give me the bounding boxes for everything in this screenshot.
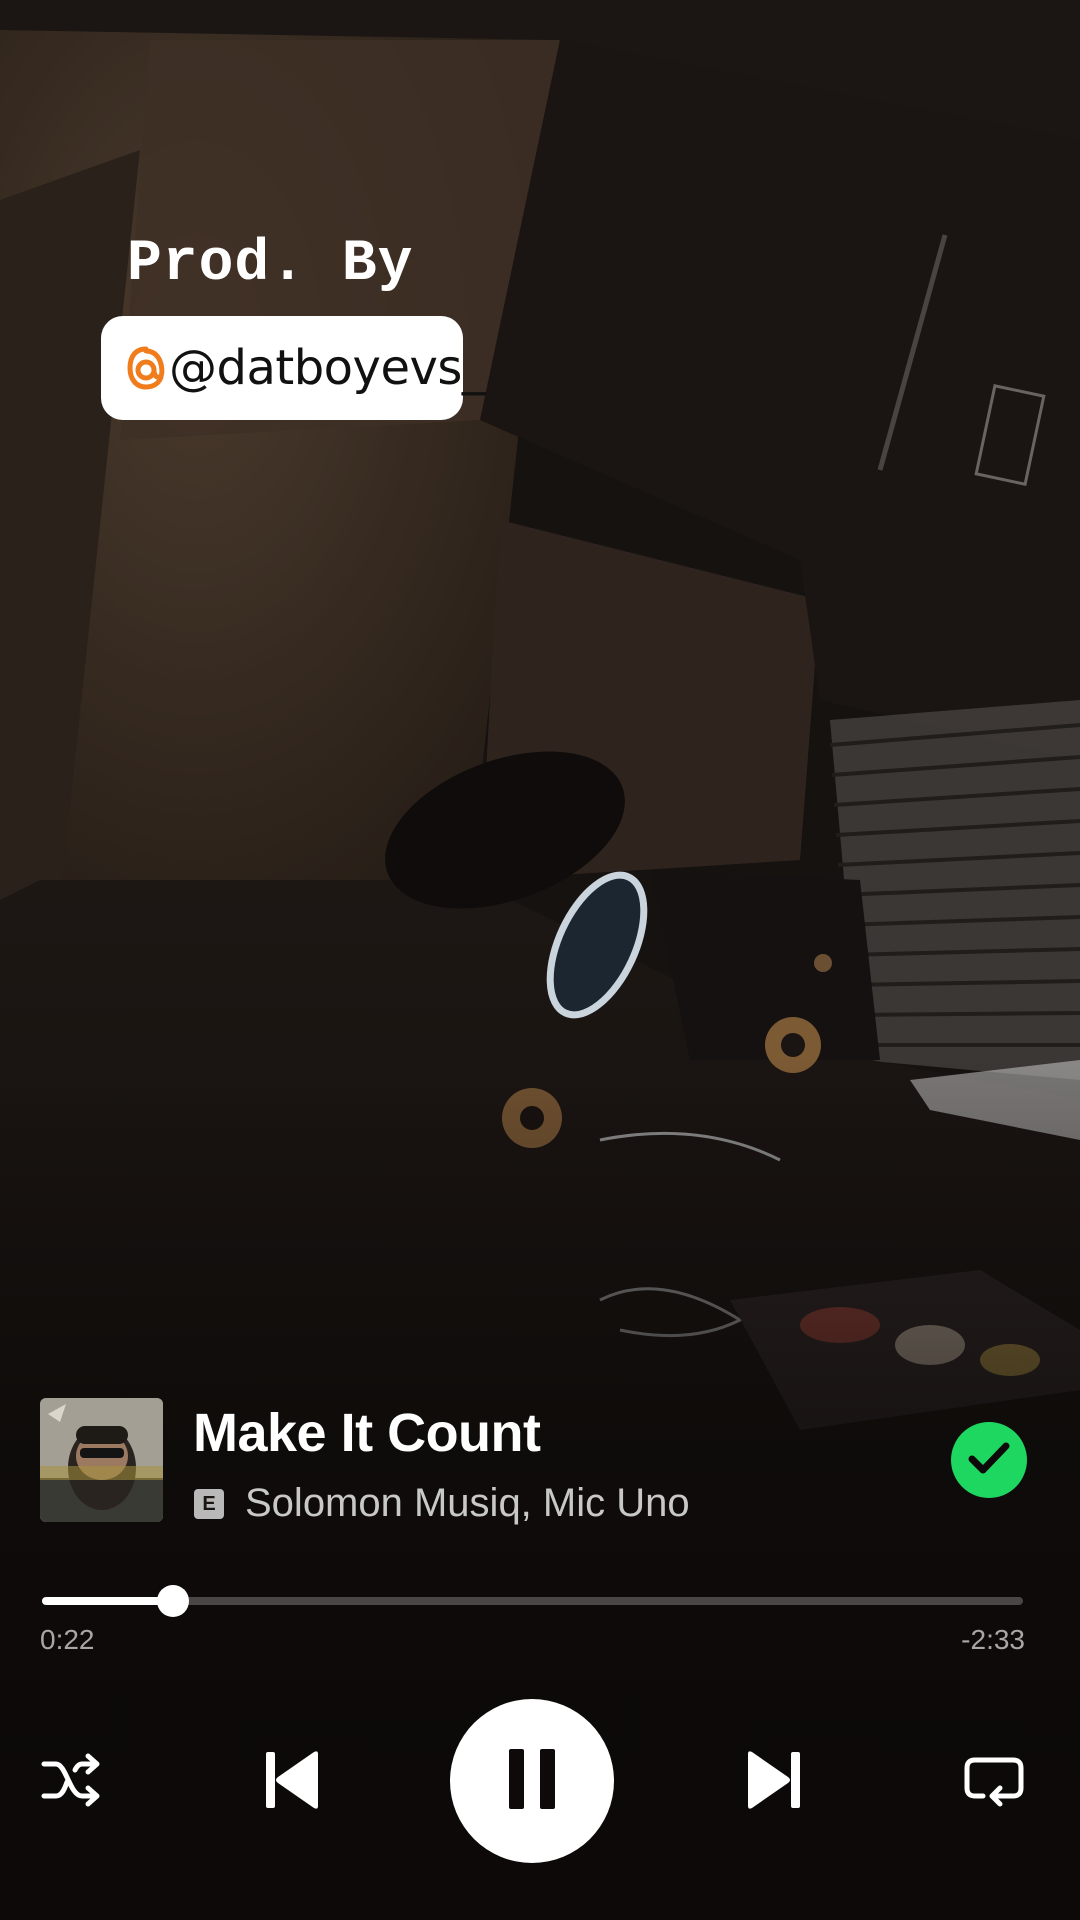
shuffle-button[interactable] <box>36 1750 108 1814</box>
now-playing-screen: Prod. By @datboyevs_ Make It Count E Sol… <box>0 0 1080 1920</box>
pause-button[interactable] <box>450 1699 614 1863</box>
track-artists[interactable]: Solomon Musiq, Mic Uno <box>245 1481 690 1525</box>
pause-icon <box>507 1747 557 1816</box>
repeat-button[interactable] <box>958 1750 1030 1814</box>
repeat-icon <box>963 1752 1025 1813</box>
track-title[interactable]: Make It Count <box>193 1403 541 1463</box>
next-track-button[interactable] <box>738 1746 810 1818</box>
prod-by-caption: Prod. By <box>127 232 414 297</box>
previous-track-button[interactable] <box>256 1746 328 1818</box>
time-remaining: -2:33 <box>961 1624 1025 1655</box>
skip-next-icon <box>744 1748 804 1817</box>
album-art[interactable] <box>40 1398 163 1522</box>
liked-check-button[interactable] <box>951 1422 1027 1498</box>
explicit-badge: E <box>194 1489 224 1519</box>
mention-handle: @datboyevs_ <box>169 340 486 396</box>
progress-fill <box>42 1597 174 1605</box>
shuffle-icon <box>40 1752 104 1813</box>
skip-previous-icon <box>262 1748 322 1817</box>
time-elapsed: 0:22 <box>40 1624 95 1655</box>
threads-icon <box>127 346 165 390</box>
mention-sticker[interactable]: @datboyevs_ <box>101 316 486 420</box>
progress-bar[interactable] <box>42 1585 1023 1617</box>
check-icon <box>967 1440 1011 1481</box>
